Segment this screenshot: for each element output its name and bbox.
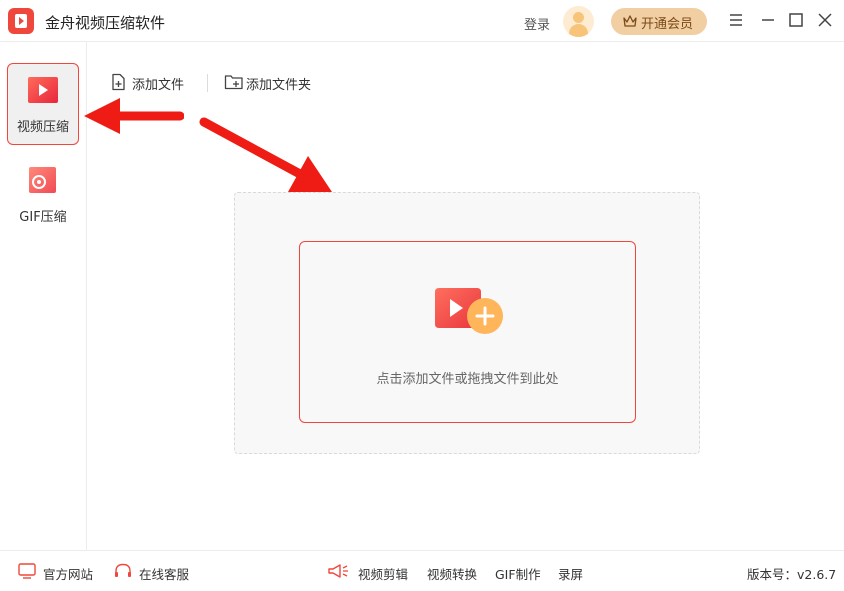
footer-bar: 官方网站 在线客服 视频剪辑 视频转换 GIF制作 录屏 版本号：v2.6.7 xyxy=(0,550,844,591)
drop-hint: 点击添加文件或拖拽文件到此处 xyxy=(376,372,559,387)
footer-link-video-edit[interactable]: 视频剪辑 xyxy=(358,564,408,583)
app-window: 金舟视频压缩软件 登录 开通会员 视频压缩 GIF压缩 添加文件 添加文件夹 点… xyxy=(0,0,844,591)
headset-icon xyxy=(115,563,131,577)
annotation-arrow-left xyxy=(84,98,184,134)
footer-link-video-convert[interactable]: 视频转换 xyxy=(427,564,477,583)
official-site-link[interactable]: 官方网站 xyxy=(43,564,93,583)
vip-button-label: 开通会员 xyxy=(641,17,694,32)
sidebar-item-label: GIF压缩 xyxy=(19,210,67,225)
add-folder-label: 添加文件夹 xyxy=(246,78,312,93)
sidebar-item-gif-compress[interactable]: GIF压缩 xyxy=(7,154,79,236)
sidebar-item-video-compress[interactable]: 视频压缩 xyxy=(7,63,79,145)
monitor-icon xyxy=(18,563,36,579)
video-compress-icon xyxy=(28,77,58,103)
avatar[interactable] xyxy=(563,6,594,37)
add-video-icon xyxy=(435,288,503,334)
toolbar-divider xyxy=(207,74,208,92)
login-link[interactable]: 登录 xyxy=(524,14,550,33)
vip-button[interactable]: 开通会员 xyxy=(611,8,707,35)
annotation-arrow-diagonal xyxy=(199,117,332,192)
minimize-icon[interactable] xyxy=(758,10,778,30)
sidebar: 视频压缩 GIF压缩 xyxy=(0,42,87,550)
version-label: 版本号：v2.6.7 xyxy=(747,567,837,582)
add-folder-icon xyxy=(224,75,243,90)
footer-link-screen-record[interactable]: 录屏 xyxy=(558,564,583,583)
close-icon[interactable] xyxy=(815,10,835,30)
title-bar: 金舟视频压缩软件 登录 开通会员 xyxy=(0,0,844,42)
menu-icon[interactable] xyxy=(726,10,746,30)
footer-link-gif-make[interactable]: GIF制作 xyxy=(495,564,541,583)
sidebar-item-label: 视频压缩 xyxy=(16,120,69,135)
app-title: 金舟视频压缩软件 xyxy=(45,14,166,32)
drop-target[interactable]: 点击添加文件或拖拽文件到此处 xyxy=(299,241,636,423)
add-file-label: 添加文件 xyxy=(132,78,185,93)
megaphone-icon xyxy=(328,564,348,578)
crown-icon xyxy=(623,15,637,27)
app-logo xyxy=(8,8,34,34)
maximize-icon[interactable] xyxy=(786,10,806,30)
add-file-icon xyxy=(112,73,125,91)
online-service-link[interactable]: 在线客服 xyxy=(139,564,189,583)
gif-compress-icon xyxy=(29,167,56,193)
